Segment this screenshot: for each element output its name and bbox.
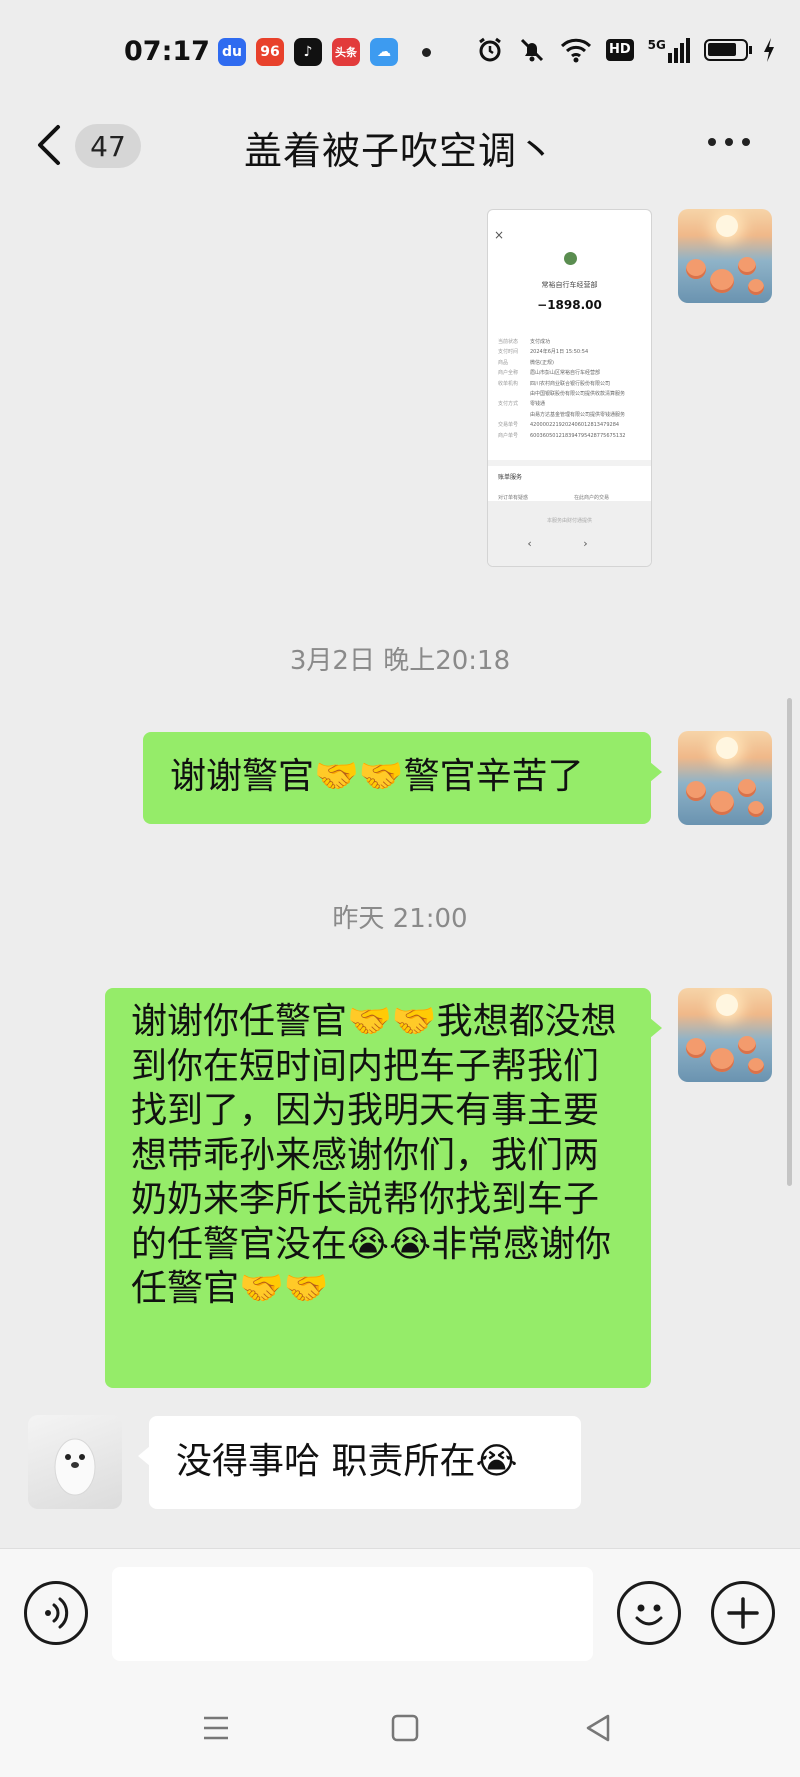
menu-nav-button[interactable] <box>196 1708 236 1748</box>
close-icon: × <box>494 228 505 242</box>
self-avatar[interactable] <box>678 988 772 1082</box>
back-nav-button[interactable] <box>578 1708 618 1748</box>
wifi-icon <box>560 38 592 63</box>
image-row: 支付时间 2024年6月1日 15:50:54 <box>498 349 589 356</box>
charging-icon <box>763 38 774 62</box>
hd-icon: HD <box>606 39 634 61</box>
image-detail-rows: 当前状态 支付成功 支付时间 2024年6月1日 15:50:54 商品 微信(正规)… <box>498 337 646 441</box>
more-options-button[interactable] <box>708 138 758 152</box>
dot-icon <box>708 138 716 146</box>
toutiao-icon: 头条 <box>332 38 360 66</box>
network-type-label: 5G <box>647 37 666 52</box>
dot-icon <box>742 138 750 146</box>
seal-avatar-icon <box>54 1438 96 1496</box>
message-bubble-self[interactable]: 谢谢警官🤝🤝警官辛苦了 <box>143 732 662 824</box>
weather-icon: ☁ <box>370 38 398 66</box>
self-avatar[interactable] <box>678 209 772 303</box>
payment-screenshot-image[interactable]: × 常裕自行车经营部 −1898.00 当前状态 支付成功 支付时间 2024年6月… <box>487 209 652 567</box>
5g-signal-icon: 5G <box>647 37 690 63</box>
message-bubble-other[interactable]: 没得事哈 职责所在😭 <box>138 1416 581 1509</box>
message-input[interactable] <box>112 1567 593 1661</box>
baidu-icon: du <box>218 38 246 66</box>
system-navigation-bar <box>0 1678 800 1777</box>
plus-icon <box>727 1597 759 1629</box>
home-nav-button[interactable] <box>385 1708 425 1748</box>
image-footer: 本服务由财付通提供 ‹ › <box>488 501 651 566</box>
chat-header: 47 盖着被子吹空调丶 <box>0 100 800 190</box>
image-row: 交易单号 4200002219202406012813479284 <box>498 422 620 429</box>
self-avatar[interactable] <box>678 731 772 825</box>
chat-title: 盖着被子吹空调丶 <box>243 129 556 173</box>
smiley-icon <box>635 1604 663 1626</box>
image-row: 支付方式 零钱通 <box>498 401 546 408</box>
image-row: 由易方达基金管理有限公司提供零钱通服务 <box>530 411 626 418</box>
status-time: 07:17 <box>124 36 210 67</box>
voice-icon <box>45 1597 69 1629</box>
message-timestamp: 昨天 21:00 <box>332 904 468 934</box>
dot-icon <box>725 138 733 146</box>
chat-scrollbar[interactable] <box>787 698 792 1186</box>
input-bar <box>0 1548 800 1678</box>
emoji-button[interactable] <box>617 1581 681 1645</box>
image-row: 商户全称 眉山市彭山区常裕自行车经营部 <box>498 370 601 377</box>
voice-input-button[interactable] <box>24 1581 88 1645</box>
status-bar: 07:17 du 96 ♪ 头条 ☁ HD 5G <box>0 0 800 100</box>
alarm-icon <box>479 37 501 62</box>
image-row: 当前状态 支付成功 <box>498 339 551 345</box>
status-indicators: HD 5G <box>476 36 776 64</box>
image-amount: −1898.00 <box>537 298 602 312</box>
image-shop-name: 常裕自行车经营部 <box>541 281 598 289</box>
notification-dot-icon <box>422 47 431 57</box>
more-functions-button[interactable] <box>711 1581 775 1645</box>
message-bubble-self[interactable]: 谢谢你任警官🤝🤝我想都没想到你在短时间内把车子帮我们找到了，因为我明天有事主要想… <box>105 988 662 1388</box>
battery-icon <box>703 39 752 61</box>
app-icon: 96 <box>256 38 284 66</box>
status-app-icons: du 96 ♪ 头条 ☁ <box>218 38 431 66</box>
mute-icon <box>520 38 544 62</box>
image-row: 商品 微信(正规) <box>498 359 554 366</box>
image-bill-service: 账单服务 对订单有疑惑 在此商户的交易 <box>488 460 651 506</box>
image-row: 商户单号 600360501218394795428775675132 <box>498 432 626 439</box>
image-row: 由中国银联股份有限公司提供收款清算服务 <box>530 391 626 398</box>
shop-logo <box>564 252 577 265</box>
contact-avatar[interactable] <box>28 1415 122 1509</box>
message-timestamp: 3月2日 晚上20:18 <box>289 646 511 676</box>
tiktok-icon: ♪ <box>294 38 322 66</box>
image-row: 收单机构 四川农村商业联合银行股份有限公司 <box>498 380 611 387</box>
